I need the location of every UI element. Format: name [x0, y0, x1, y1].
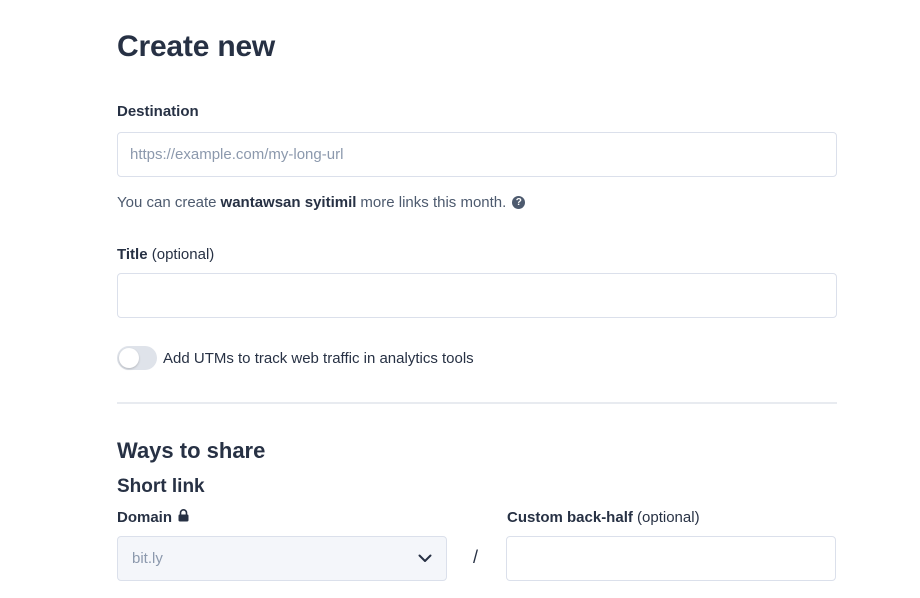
- short-link-title: Short link: [117, 476, 205, 497]
- title-optional-text: (optional): [151, 246, 215, 263]
- quota-count: wantawsan syitimil: [220, 194, 357, 211]
- domain-label: Domain: [117, 509, 189, 526]
- domain-selected-value: bit.ly: [132, 550, 163, 567]
- utm-toggle-row: Add UTMs to track web traffic in analyti…: [117, 346, 474, 370]
- lock-icon: [178, 509, 189, 526]
- back-half-input[interactable]: [506, 536, 836, 581]
- destination-label-text: Destination: [117, 103, 199, 120]
- domain-select[interactable]: bit.ly: [117, 536, 447, 581]
- quota-suffix: more links this month.: [360, 194, 507, 211]
- ways-to-share-title: Ways to share: [117, 438, 266, 463]
- back-half-optional-text: (optional): [637, 509, 700, 526]
- utm-toggle-label: Add UTMs to track web traffic in analyti…: [163, 349, 474, 367]
- title-label: Title (optional): [117, 246, 214, 263]
- quota-prefix: You can create: [117, 194, 217, 211]
- page-title: Create new: [117, 30, 276, 63]
- title-input[interactable]: [117, 273, 837, 318]
- domain-label-text: Domain: [117, 509, 173, 526]
- utm-toggle[interactable]: [117, 346, 157, 370]
- chevron-down-icon: [418, 550, 432, 568]
- section-divider: [117, 402, 837, 404]
- question-circle-icon[interactable]: ?: [512, 196, 526, 209]
- back-half-label: Custom back-half (optional): [507, 509, 700, 526]
- destination-input[interactable]: [117, 132, 837, 177]
- back-half-label-text: Custom back-half: [507, 509, 633, 526]
- path-separator: /: [473, 547, 479, 567]
- toggle-knob: [119, 348, 139, 368]
- destination-label: Destination: [117, 103, 199, 120]
- title-label-text: Title: [117, 246, 148, 263]
- quota-message: You can create wantawsan syitimil more l…: [117, 194, 526, 211]
